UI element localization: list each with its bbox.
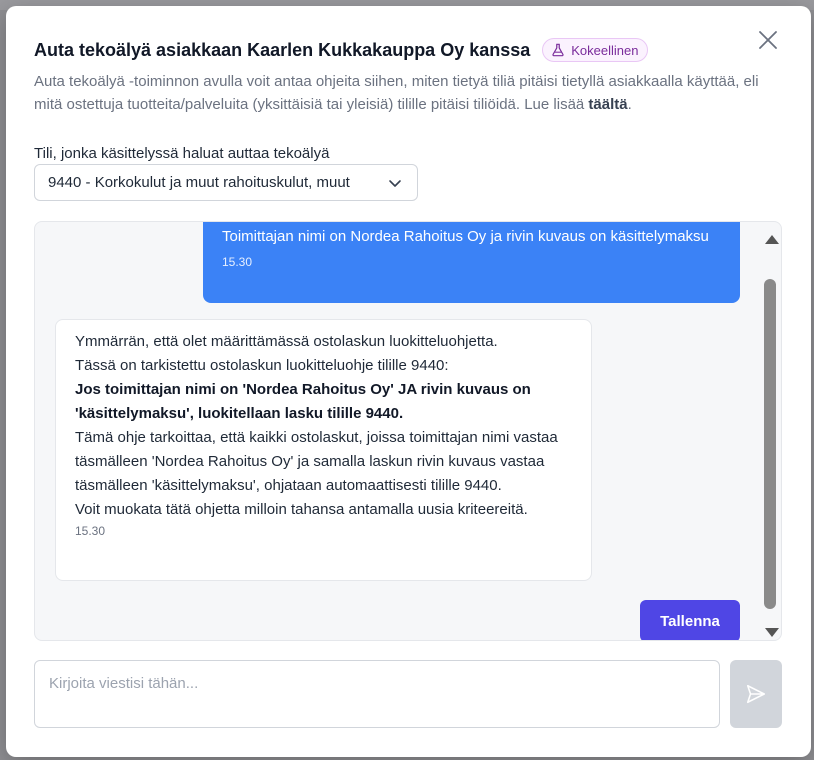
assistant-message-time: 15.30 <box>75 524 106 538</box>
badge-label: Kokeellinen <box>571 42 639 58</box>
assistant-line: Ymmärrän, että olet määrittämässä ostola… <box>75 333 498 350</box>
chat-scrollbar[interactable] <box>762 222 781 640</box>
account-select[interactable]: 9440 - Korkokulut ja muut rahoituskulut,… <box>34 164 418 201</box>
dialog-header: Auta tekoälyä asiakkaan Kaarlen Kukkakau… <box>34 38 649 62</box>
user-message-time: 15.30 <box>222 255 253 269</box>
scroll-up-icon[interactable] <box>765 234 779 244</box>
send-button[interactable] <box>730 660 782 728</box>
save-button[interactable]: Tallenna <box>640 600 740 640</box>
assistant-line: Tämä ohje tarkoittaa, että kaikki ostola… <box>75 429 558 494</box>
account-select-value: 9440 - Korkokulut ja muut rahoituskulut,… <box>48 174 350 191</box>
flask-icon <box>552 43 564 57</box>
user-message: Toimittajan nimi on Nordea Rahoitus Oy j… <box>203 222 740 303</box>
dialog-description: Auta tekoälyä -toiminnon avulla voit ant… <box>34 70 774 116</box>
user-message-text: Toimittajan nimi on Nordea Rahoitus Oy j… <box>222 228 709 245</box>
experimental-badge: Kokeellinen <box>542 38 649 62</box>
assistant-line: Tässä on tarkistettu ostolaskun luokitte… <box>75 357 449 374</box>
assistant-line: Voit muokata tätä ohjetta milloin tahans… <box>75 501 528 518</box>
assist-ai-dialog: Auta tekoälyä asiakkaan Kaarlen Kukkakau… <box>6 6 811 757</box>
assistant-rule: Jos toimittajan nimi on 'Nordea Rahoitus… <box>75 381 531 422</box>
assistant-message: Ymmärrän, että olet määrittämässä ostola… <box>55 319 592 581</box>
account-field-label: Tili, jonka käsittelyssä haluat auttaa t… <box>34 145 330 162</box>
learn-more-link[interactable]: täältä <box>588 96 627 113</box>
send-icon <box>746 684 766 704</box>
close-icon <box>759 31 777 49</box>
dialog-title: Auta tekoälyä asiakkaan Kaarlen Kukkakau… <box>34 39 531 60</box>
message-input[interactable] <box>34 660 720 728</box>
scroll-down-icon[interactable] <box>765 628 779 638</box>
description-end: . <box>627 96 632 113</box>
scroll-thumb[interactable] <box>764 279 776 609</box>
close-button[interactable] <box>756 28 780 52</box>
description-text: Auta tekoälyä -toiminnon avulla voit ant… <box>34 73 759 113</box>
chevron-down-icon <box>389 180 401 187</box>
chat-panel[interactable]: Toimittajan nimi on Nordea Rahoitus Oy j… <box>34 221 782 641</box>
